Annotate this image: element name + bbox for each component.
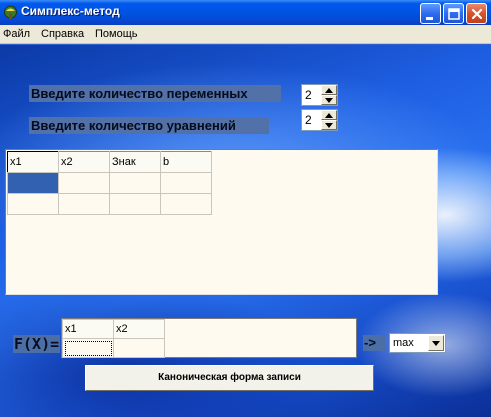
dropdown-button[interactable] <box>428 335 444 351</box>
objective-table: x1 x2 <box>62 319 165 358</box>
table-cell-selected[interactable] <box>7 172 59 194</box>
title-bar[interactable]: Симплекс-метод <box>0 0 491 25</box>
constraints-grid[interactable]: x1 x2 Знак b <box>5 149 438 295</box>
table-cell[interactable] <box>113 338 165 358</box>
menu-item-help[interactable]: Справка <box>41 28 84 40</box>
spin-up-button[interactable] <box>321 110 337 120</box>
close-button[interactable] <box>466 3 487 24</box>
spin-down-button[interactable] <box>321 95 337 105</box>
spinner-buttons <box>321 85 337 105</box>
table-cell[interactable] <box>58 172 110 194</box>
maximize-button[interactable] <box>443 3 464 24</box>
equations-count-value[interactable]: 2 <box>305 113 312 127</box>
column-header: b <box>160 151 212 173</box>
close-icon <box>471 8 483 20</box>
equations-count-spinner[interactable]: 2 <box>301 109 338 131</box>
table-row <box>7 172 212 194</box>
variables-count-value[interactable]: 2 <box>305 88 312 102</box>
table-cell[interactable] <box>160 193 212 215</box>
constraints-table: x1 x2 Знак b <box>7 151 212 215</box>
column-header: x2 <box>113 319 165 339</box>
table-header-row: x1 x2 <box>62 319 165 339</box>
arrow-down-icon <box>325 98 333 103</box>
column-header: x1 <box>7 151 59 173</box>
client-area: Введите количество переменных 2 Введите … <box>0 45 491 417</box>
spin-down-button[interactable] <box>321 120 337 130</box>
column-header: Знак <box>109 151 161 173</box>
minimize-button[interactable] <box>420 3 441 24</box>
equations-count-label: Введите количество уравнений <box>29 117 269 134</box>
menu-bar: Файл Справка Помощь <box>0 25 491 44</box>
objective-function-label: F(X)= <box>13 335 61 353</box>
maximize-icon <box>448 8 460 20</box>
arrow-up-icon <box>325 113 333 118</box>
variables-count-label: Введите количество переменных <box>29 85 281 102</box>
table-cell[interactable] <box>109 172 161 194</box>
menu-item-file[interactable]: Файл <box>3 28 30 40</box>
menu-item-assistance[interactable]: Помощь <box>95 28 138 40</box>
column-header: x2 <box>58 151 110 173</box>
app-window: Симплекс-метод Файл Справка Помощь Введи… <box>0 0 491 417</box>
canonical-form-button[interactable]: Каноническая форма записи <box>85 365 374 391</box>
table-cell[interactable] <box>7 193 59 215</box>
spinner-buttons <box>321 110 337 130</box>
arrow-down-icon <box>325 123 333 128</box>
arrow-up-icon <box>325 88 333 93</box>
app-icon <box>4 5 17 19</box>
direction-arrow-label: -> <box>363 335 385 351</box>
minimize-icon <box>426 17 433 20</box>
table-cell[interactable] <box>109 193 161 215</box>
variables-count-spinner[interactable]: 2 <box>301 84 338 106</box>
table-row <box>62 338 165 358</box>
chevron-down-icon <box>432 341 440 346</box>
objective-grid[interactable]: x1 x2 <box>61 318 357 358</box>
optimization-direction-value: max <box>393 337 414 349</box>
table-cell[interactable] <box>58 193 110 215</box>
table-cell[interactable] <box>160 172 212 194</box>
table-header-row: x1 x2 Знак b <box>7 151 212 173</box>
optimization-direction-select[interactable]: max <box>389 333 446 353</box>
table-cell-focused[interactable] <box>62 338 114 358</box>
spin-up-button[interactable] <box>321 85 337 95</box>
window-title: Симплекс-метод <box>21 4 120 18</box>
table-row <box>7 193 212 215</box>
column-header: x1 <box>62 319 114 339</box>
